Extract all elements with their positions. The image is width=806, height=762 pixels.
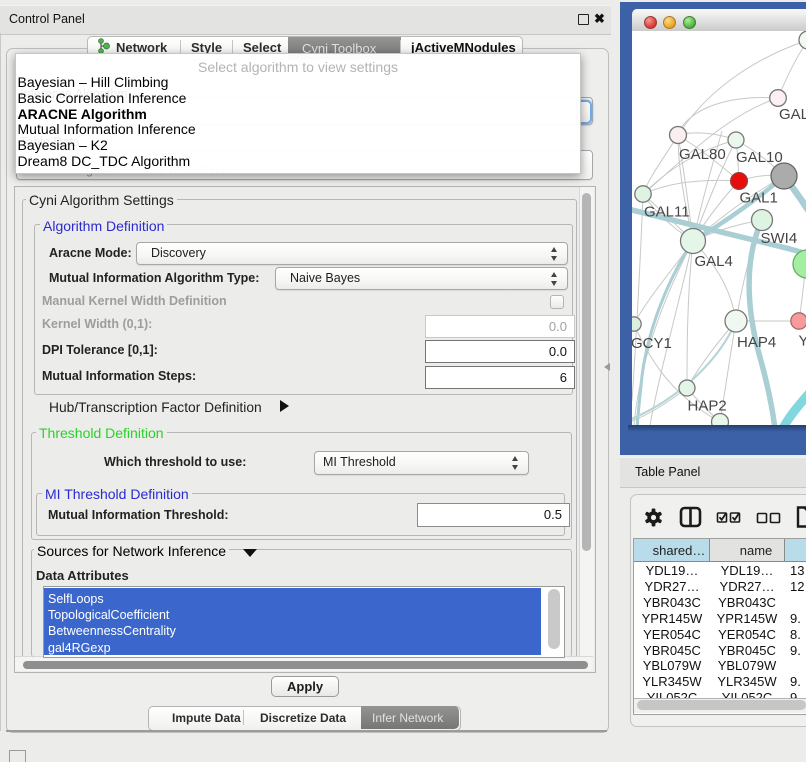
svg-text:GAL11: GAL11 xyxy=(644,204,690,221)
svg-text:Y: Y xyxy=(799,333,806,350)
svg-text:SWI4: SWI4 xyxy=(761,230,798,247)
svg-text:GAL10: GAL10 xyxy=(736,149,783,166)
svg-text:GCY1: GCY1 xyxy=(632,335,672,352)
svg-text:GAL4: GAL4 xyxy=(695,253,733,270)
svg-text:HAP2: HAP2 xyxy=(688,398,727,415)
svg-text:GAL7: GAL7 xyxy=(779,106,806,123)
svg-text:GAL1: GAL1 xyxy=(740,190,778,207)
svg-text:GAL80: GAL80 xyxy=(679,146,726,163)
svg-text:HAP4: HAP4 xyxy=(737,334,776,351)
